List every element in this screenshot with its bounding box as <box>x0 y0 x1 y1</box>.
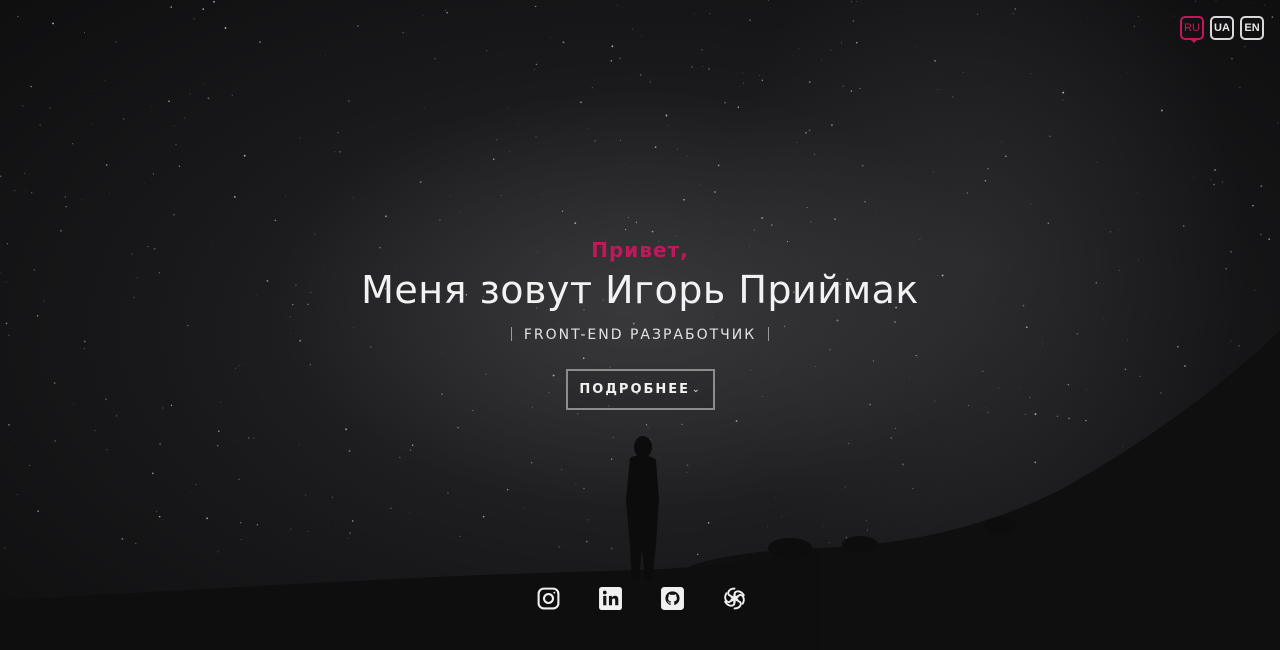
github-icon <box>661 587 684 610</box>
greeting-text: Привет, <box>591 238 689 262</box>
codepen-link[interactable] <box>722 586 747 611</box>
landscape-silhouette <box>0 330 1280 650</box>
linkedin-icon <box>599 587 622 610</box>
lang-button-ru[interactable]: RU <box>1180 16 1204 43</box>
github-link[interactable] <box>660 586 685 611</box>
chevron-down-icon: ⌄ <box>692 384 702 395</box>
name-heading: Меня зовут Игорь Приймак <box>361 268 919 312</box>
role-text: FRONT-END РАЗРАБОТЧИК <box>523 327 757 343</box>
more-button[interactable]: ПОДРОБНЕЕ ⌄ <box>566 369 715 410</box>
lang-button-ua[interactable]: UA <box>1210 16 1234 40</box>
role-left-divider <box>510 327 512 341</box>
role-subtitle: FRONT-END РАЗРАБОТЧИК <box>0 327 1280 343</box>
linkedin-link[interactable] <box>598 586 623 611</box>
role-right-divider <box>768 327 770 341</box>
social-links <box>536 586 747 611</box>
instagram-link[interactable] <box>536 586 561 611</box>
codepen-icon <box>724 587 745 610</box>
language-switcher: RU UA EN <box>1180 16 1264 43</box>
lang-button-en[interactable]: EN <box>1240 16 1264 40</box>
more-button-label: ПОДРОБНЕЕ <box>579 382 691 397</box>
instagram-icon <box>537 587 560 610</box>
hero-section <box>0 0 1280 650</box>
